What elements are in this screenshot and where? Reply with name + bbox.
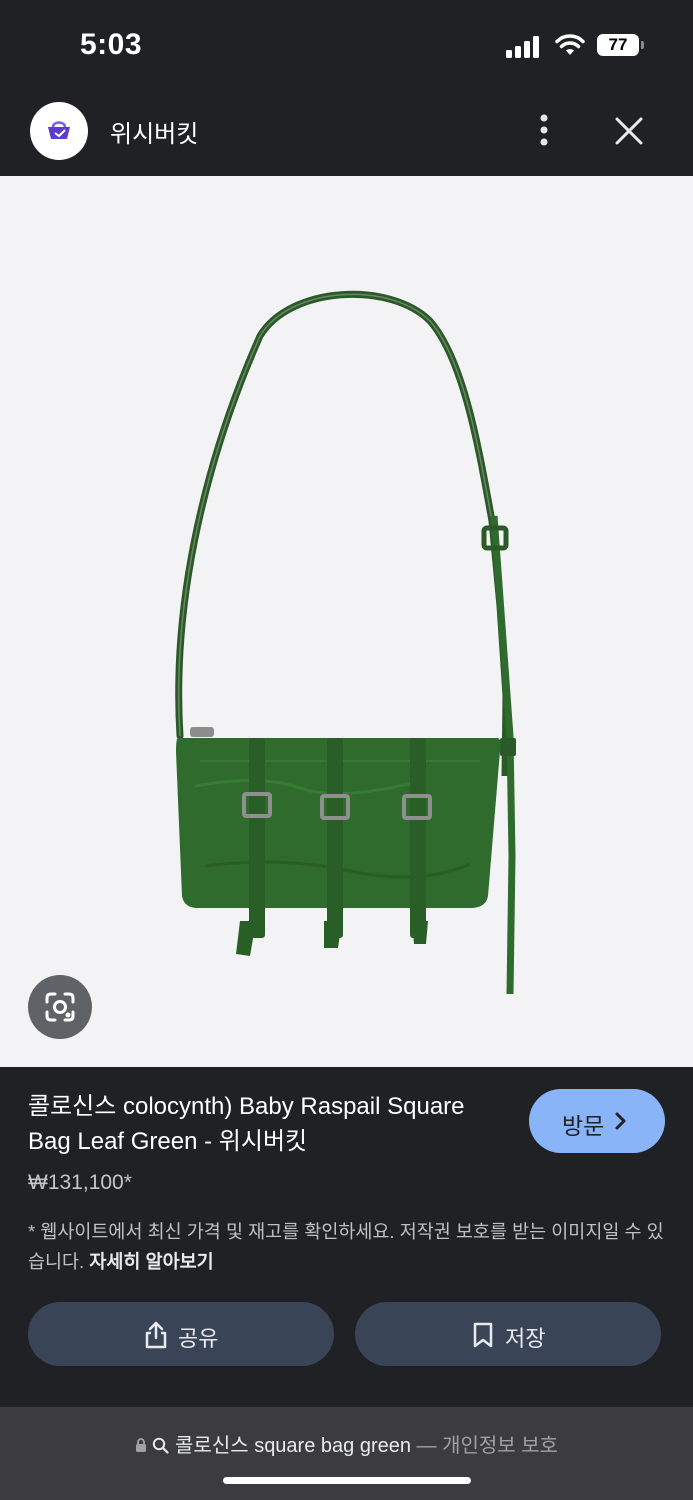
battery-level: 77 [597,34,639,56]
product-info-panel: 콜로신스 colocynth) Baby Raspail Square Bag … [0,1067,693,1407]
cellular-signal-icon [506,36,539,58]
url-line[interactable]: 콜로신스 square bag green — 개인정보 보호 [0,1429,693,1458]
lock-icon [135,1438,146,1452]
bookmark-icon [473,1322,493,1348]
visual-search-lens-button[interactable] [28,975,92,1039]
battery-icon: 77 [597,34,647,58]
more-vertical-icon[interactable] [530,112,558,152]
share-label: 공유 [178,1326,219,1351]
wifi-icon [555,34,585,55]
url-bar[interactable]: 콜로신스 square bag green — 개인정보 보호 [0,1407,693,1500]
share-icon [145,1321,167,1349]
status-bar: 5:03 77 [0,0,693,92]
save-label: 저장 [505,1326,546,1351]
status-time: 5:03 [80,28,143,61]
search-query: 콜로신스 square bag green [175,1435,411,1457]
visual-search-lens-icon [45,992,75,1022]
share-button[interactable]: 공유 [28,1302,334,1366]
product-image-area[interactable] [0,176,693,1067]
close-icon[interactable] [612,114,646,148]
product-image [175,290,516,995]
home-indicator[interactable] [223,1477,471,1484]
app-title: 위시버킷 [110,121,199,148]
visit-button[interactable]: 방문 [529,1089,665,1153]
search-icon [153,1437,170,1454]
save-button[interactable]: 저장 [355,1302,661,1366]
product-title[interactable]: 콜로신스 colocynth) Baby Raspail Square Bag … [28,1089,498,1159]
visit-button-label: 방문 [562,1113,605,1139]
wishbucket-logo-icon [30,102,88,160]
product-price: ₩131,100* [28,1171,132,1194]
disclaimer: * 웹사이트에서 최신 가격 및 재고를 확인하세요. 저작권 보호를 받는 이… [28,1217,668,1277]
learn-more-link[interactable]: 자세히 알아보기 [89,1251,213,1272]
app-header: 위시버킷 [0,92,693,176]
url-separator: — [410,1435,443,1457]
chevron-right-icon [615,1112,626,1130]
privacy-label: 개인정보 보호 [442,1435,559,1457]
